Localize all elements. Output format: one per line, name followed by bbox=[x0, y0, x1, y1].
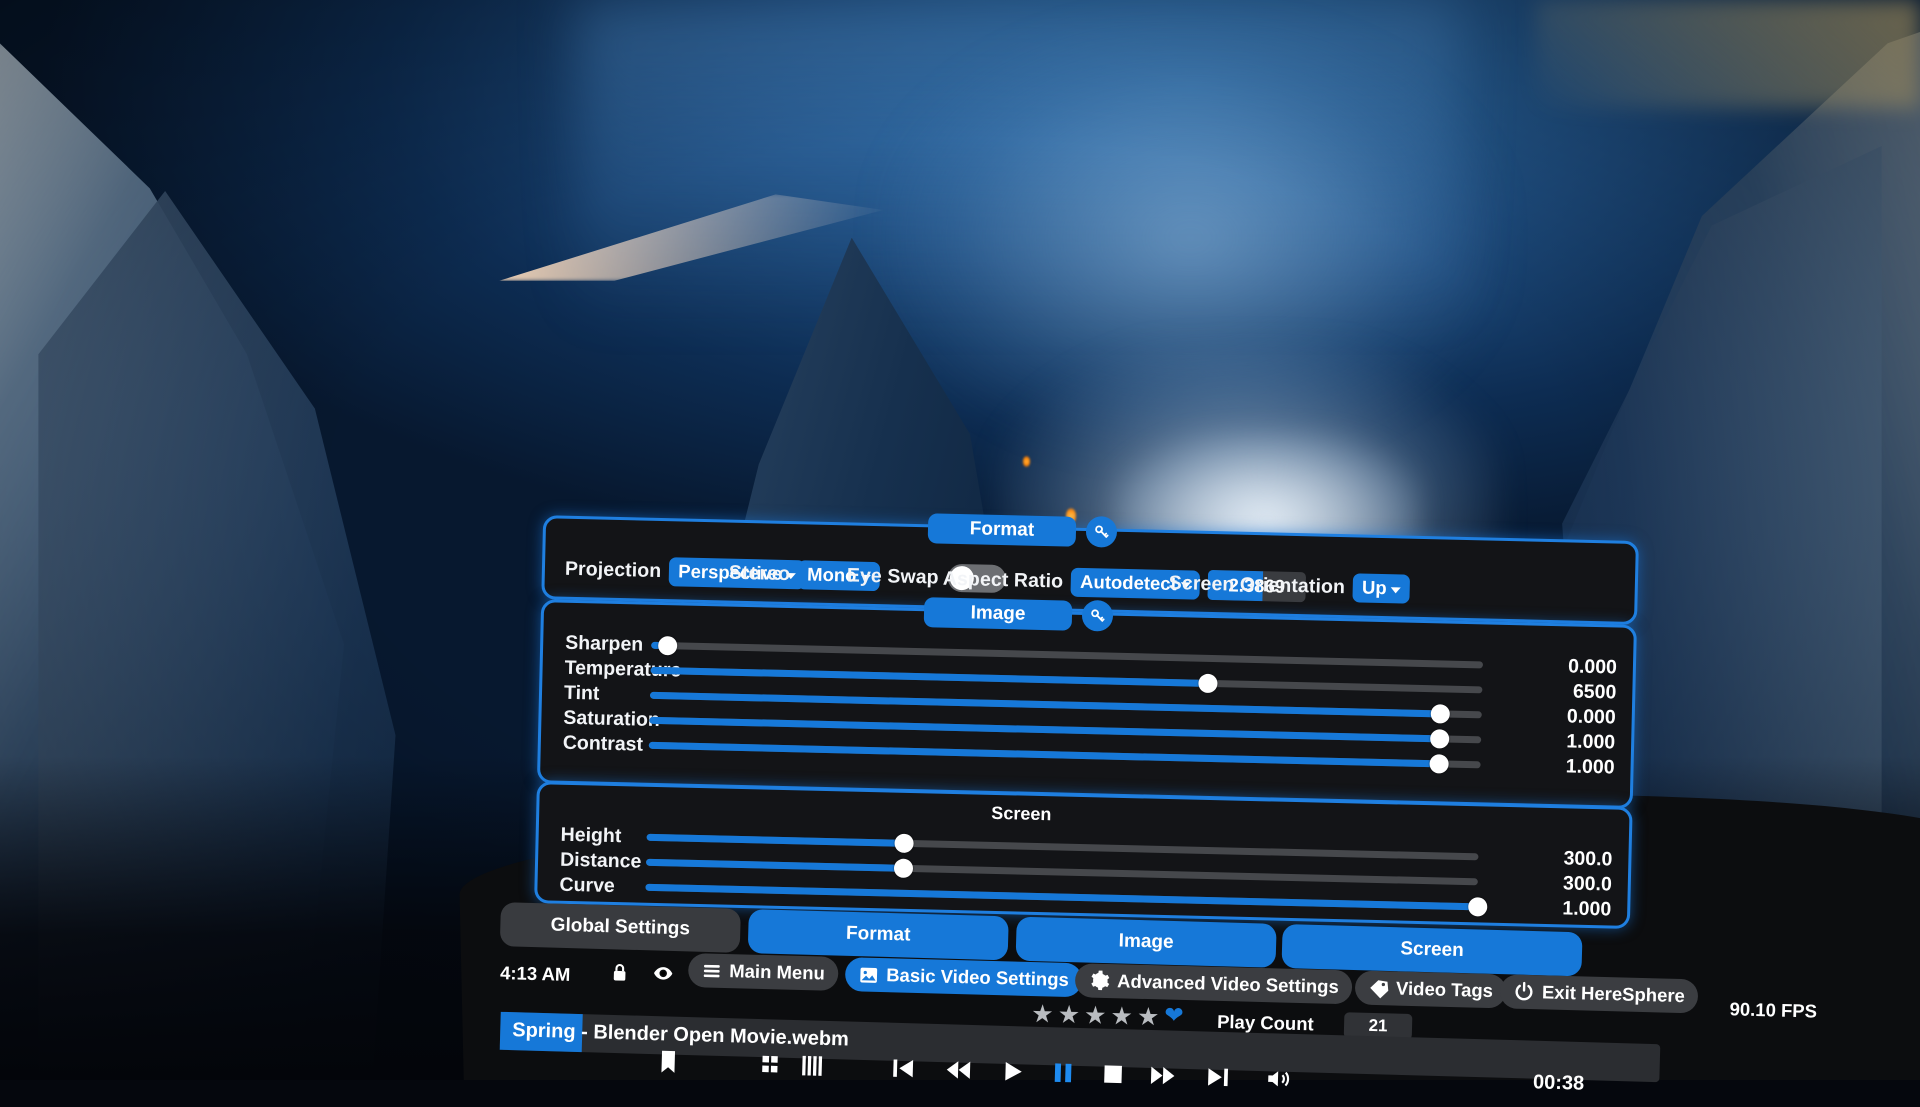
slider-handle bbox=[1429, 728, 1450, 749]
slider-label: Sharpen bbox=[564, 631, 644, 656]
skip-next-icon[interactable] bbox=[1205, 1064, 1232, 1091]
slider-value: 0.000 bbox=[1566, 704, 1617, 729]
exit-heresphere-label: Exit HereSphere bbox=[1541, 981, 1686, 1007]
slider-label: Tint bbox=[563, 681, 600, 705]
screen-orientation-label: Screen Orientation bbox=[1168, 571, 1346, 599]
slider-value: 1.000 bbox=[1562, 896, 1612, 920]
gear-icon bbox=[1088, 969, 1111, 992]
stereo-label: Stereo bbox=[728, 561, 791, 586]
power-icon bbox=[1513, 981, 1536, 1004]
slider-handle bbox=[1198, 673, 1218, 693]
format-tab-button[interactable]: Format bbox=[927, 513, 1077, 547]
main-menu-label: Main Menu bbox=[729, 960, 826, 984]
play-icon[interactable] bbox=[1000, 1058, 1027, 1085]
slider-handle bbox=[1467, 896, 1487, 917]
slider-label: Height bbox=[560, 823, 622, 847]
format-key-icon[interactable] bbox=[1085, 516, 1118, 548]
star-icon[interactable]: ★ bbox=[1084, 1001, 1107, 1030]
slider-handle bbox=[658, 635, 678, 655]
slider-handle bbox=[894, 858, 914, 878]
hamburger-icon bbox=[701, 960, 723, 982]
tag-icon bbox=[1368, 977, 1390, 999]
star-icon[interactable]: ★ bbox=[1031, 1000, 1054, 1029]
clock: 4:13 AM bbox=[499, 962, 571, 985]
advanced-video-settings-button[interactable]: Advanced Video Settings bbox=[1074, 963, 1353, 1005]
video-tags-button[interactable]: Video Tags bbox=[1354, 970, 1507, 1009]
screen-orientation-value: Up bbox=[1361, 576, 1387, 599]
star-icon[interactable]: ★ bbox=[1110, 1002, 1133, 1031]
rewind-icon[interactable] bbox=[945, 1057, 972, 1084]
time-position: 00:38 bbox=[1532, 1071, 1585, 1095]
pause-icon[interactable] bbox=[1050, 1059, 1077, 1086]
fps-readout: 90.10 FPS bbox=[1729, 998, 1818, 1022]
eye-icon[interactable] bbox=[650, 963, 677, 984]
aspect-ratio-label: Aspect Ratio bbox=[942, 567, 1064, 592]
video-tags-label: Video Tags bbox=[1395, 977, 1494, 1002]
slider-value: 300.0 bbox=[1563, 846, 1613, 871]
lock-icon[interactable] bbox=[608, 959, 631, 986]
screen-orientation-dropdown[interactable]: Up bbox=[1352, 573, 1410, 604]
screen-section-title: Screen bbox=[991, 802, 1052, 825]
slider-label: Contrast bbox=[562, 731, 644, 756]
basic-video-settings-panel: Format Projection Perspective Stereo Mon… bbox=[533, 513, 1639, 971]
main-menu-button[interactable]: Main Menu bbox=[687, 953, 839, 991]
image-key-icon[interactable] bbox=[1081, 599, 1114, 632]
image-section: Image Sharpen 0.000 Temperature 6500 Tint 0.0… bbox=[536, 597, 1637, 809]
slider-value: 6500 bbox=[1572, 680, 1617, 704]
slider-handle bbox=[1430, 703, 1450, 724]
slider-value: 1.000 bbox=[1565, 754, 1615, 779]
bookmark-icon[interactable] bbox=[655, 1048, 682, 1075]
slider-label: Saturation bbox=[563, 706, 661, 731]
star-icon[interactable]: ★ bbox=[1137, 1003, 1160, 1032]
volume-icon[interactable] bbox=[1265, 1065, 1292, 1092]
skip-previous-icon[interactable] bbox=[890, 1055, 917, 1082]
slider-handle bbox=[1429, 753, 1449, 774]
eye-swap-label: Eye Swap bbox=[846, 563, 939, 589]
basic-video-settings-button[interactable]: Basic Video Settings bbox=[844, 957, 1083, 998]
slider-value: 0.000 bbox=[1567, 654, 1618, 679]
exit-heresphere-button[interactable]: Exit HereSphere bbox=[1499, 974, 1699, 1014]
aspect-ratio-mode: Autodetect bbox=[1079, 570, 1178, 594]
slider-label: Curve bbox=[559, 873, 616, 897]
heart-icon[interactable]: ❤ bbox=[1164, 1001, 1184, 1027]
fast-forward-icon[interactable] bbox=[1150, 1062, 1177, 1089]
slider-handle bbox=[894, 833, 915, 853]
grid-icon[interactable] bbox=[760, 1051, 787, 1078]
projection-label: Projection bbox=[564, 557, 662, 583]
chevron-down-icon bbox=[1390, 586, 1401, 593]
star-icon[interactable]: ★ bbox=[1057, 1001, 1080, 1030]
image-tab-button[interactable]: Image bbox=[923, 597, 1073, 631]
basic-video-settings-label: Basic Video Settings bbox=[885, 964, 1070, 990]
stop-icon[interactable] bbox=[1100, 1061, 1127, 1088]
advanced-video-settings-label: Advanced Video Settings bbox=[1116, 970, 1340, 998]
slider-label: Distance bbox=[559, 848, 642, 873]
video-title-prefix: Spring bbox=[511, 1019, 576, 1043]
filmstrip-icon[interactable] bbox=[800, 1053, 827, 1080]
slider-value: 1.000 bbox=[1566, 729, 1616, 754]
image-icon bbox=[858, 964, 880, 986]
rating-stars[interactable]: ★ ★ ★ ★ ★ bbox=[1031, 1000, 1160, 1032]
slider-value: 300.0 bbox=[1562, 871, 1613, 895]
